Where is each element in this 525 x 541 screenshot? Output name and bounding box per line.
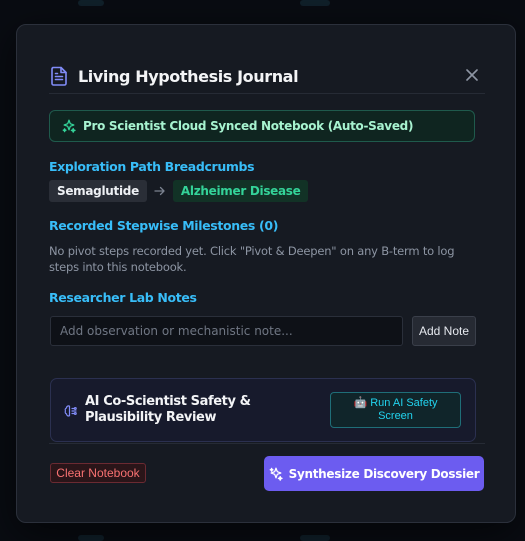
background-decoration xyxy=(78,535,104,541)
background-decoration xyxy=(78,0,104,6)
document-icon xyxy=(49,66,69,86)
safety-review-title: AI Co-Scientist Safety & Plausibility Re… xyxy=(85,394,251,425)
close-icon[interactable] xyxy=(463,66,481,84)
modal-header: Living Hypothesis Journal xyxy=(49,59,485,93)
sync-banner: Pro Scientist Cloud Synced Notebook (Aut… xyxy=(49,110,475,142)
breadcrumbs-label: Exploration Path Breadcrumbs xyxy=(49,159,255,174)
sync-banner-text: Pro Scientist Cloud Synced Notebook (Aut… xyxy=(83,119,414,133)
milestones-empty-text: No pivot steps recorded yet. Click "Pivo… xyxy=(49,244,455,274)
run-safety-label-line1: 🤖 Run AI Safety xyxy=(353,397,438,409)
breadcrumb-item-disease[interactable]: Alzheimer Disease xyxy=(172,180,309,202)
breadcrumb: Semaglutide Alzheimer Disease xyxy=(49,180,309,202)
run-safety-label-line2: Screen xyxy=(378,410,413,422)
run-safety-screen-button[interactable]: 🤖 Run AI Safety Screen xyxy=(330,392,461,428)
sparkles-icon xyxy=(269,467,283,481)
breadcrumb-item-drug[interactable]: Semaglutide xyxy=(49,180,147,202)
synthesize-dossier-button[interactable]: Synthesize Discovery Dossier xyxy=(264,456,484,491)
journal-modal: Living Hypothesis Journal Pro Scientist … xyxy=(16,24,516,523)
lab-note-input[interactable] xyxy=(50,316,403,346)
milestones-label: Recorded Stepwise Milestones (0) xyxy=(49,218,279,233)
safety-review-panel: AI Co-Scientist Safety & Plausibility Re… xyxy=(50,378,476,442)
brain-circuit-icon xyxy=(63,403,79,419)
lab-notes-label: Researcher Lab Notes xyxy=(49,290,197,305)
clear-notebook-button[interactable]: Clear Notebook xyxy=(50,463,146,483)
synthesize-dossier-label: Synthesize Discovery Dossier xyxy=(288,466,480,481)
background-decoration xyxy=(300,535,330,541)
modal-title: Living Hypothesis Journal xyxy=(78,66,299,86)
add-note-button[interactable]: Add Note xyxy=(412,316,476,346)
arrow-right-icon xyxy=(147,186,173,196)
footer-divider xyxy=(49,443,485,444)
header-divider xyxy=(49,93,485,94)
sparkles-icon xyxy=(62,119,76,133)
background-decoration xyxy=(300,0,330,6)
